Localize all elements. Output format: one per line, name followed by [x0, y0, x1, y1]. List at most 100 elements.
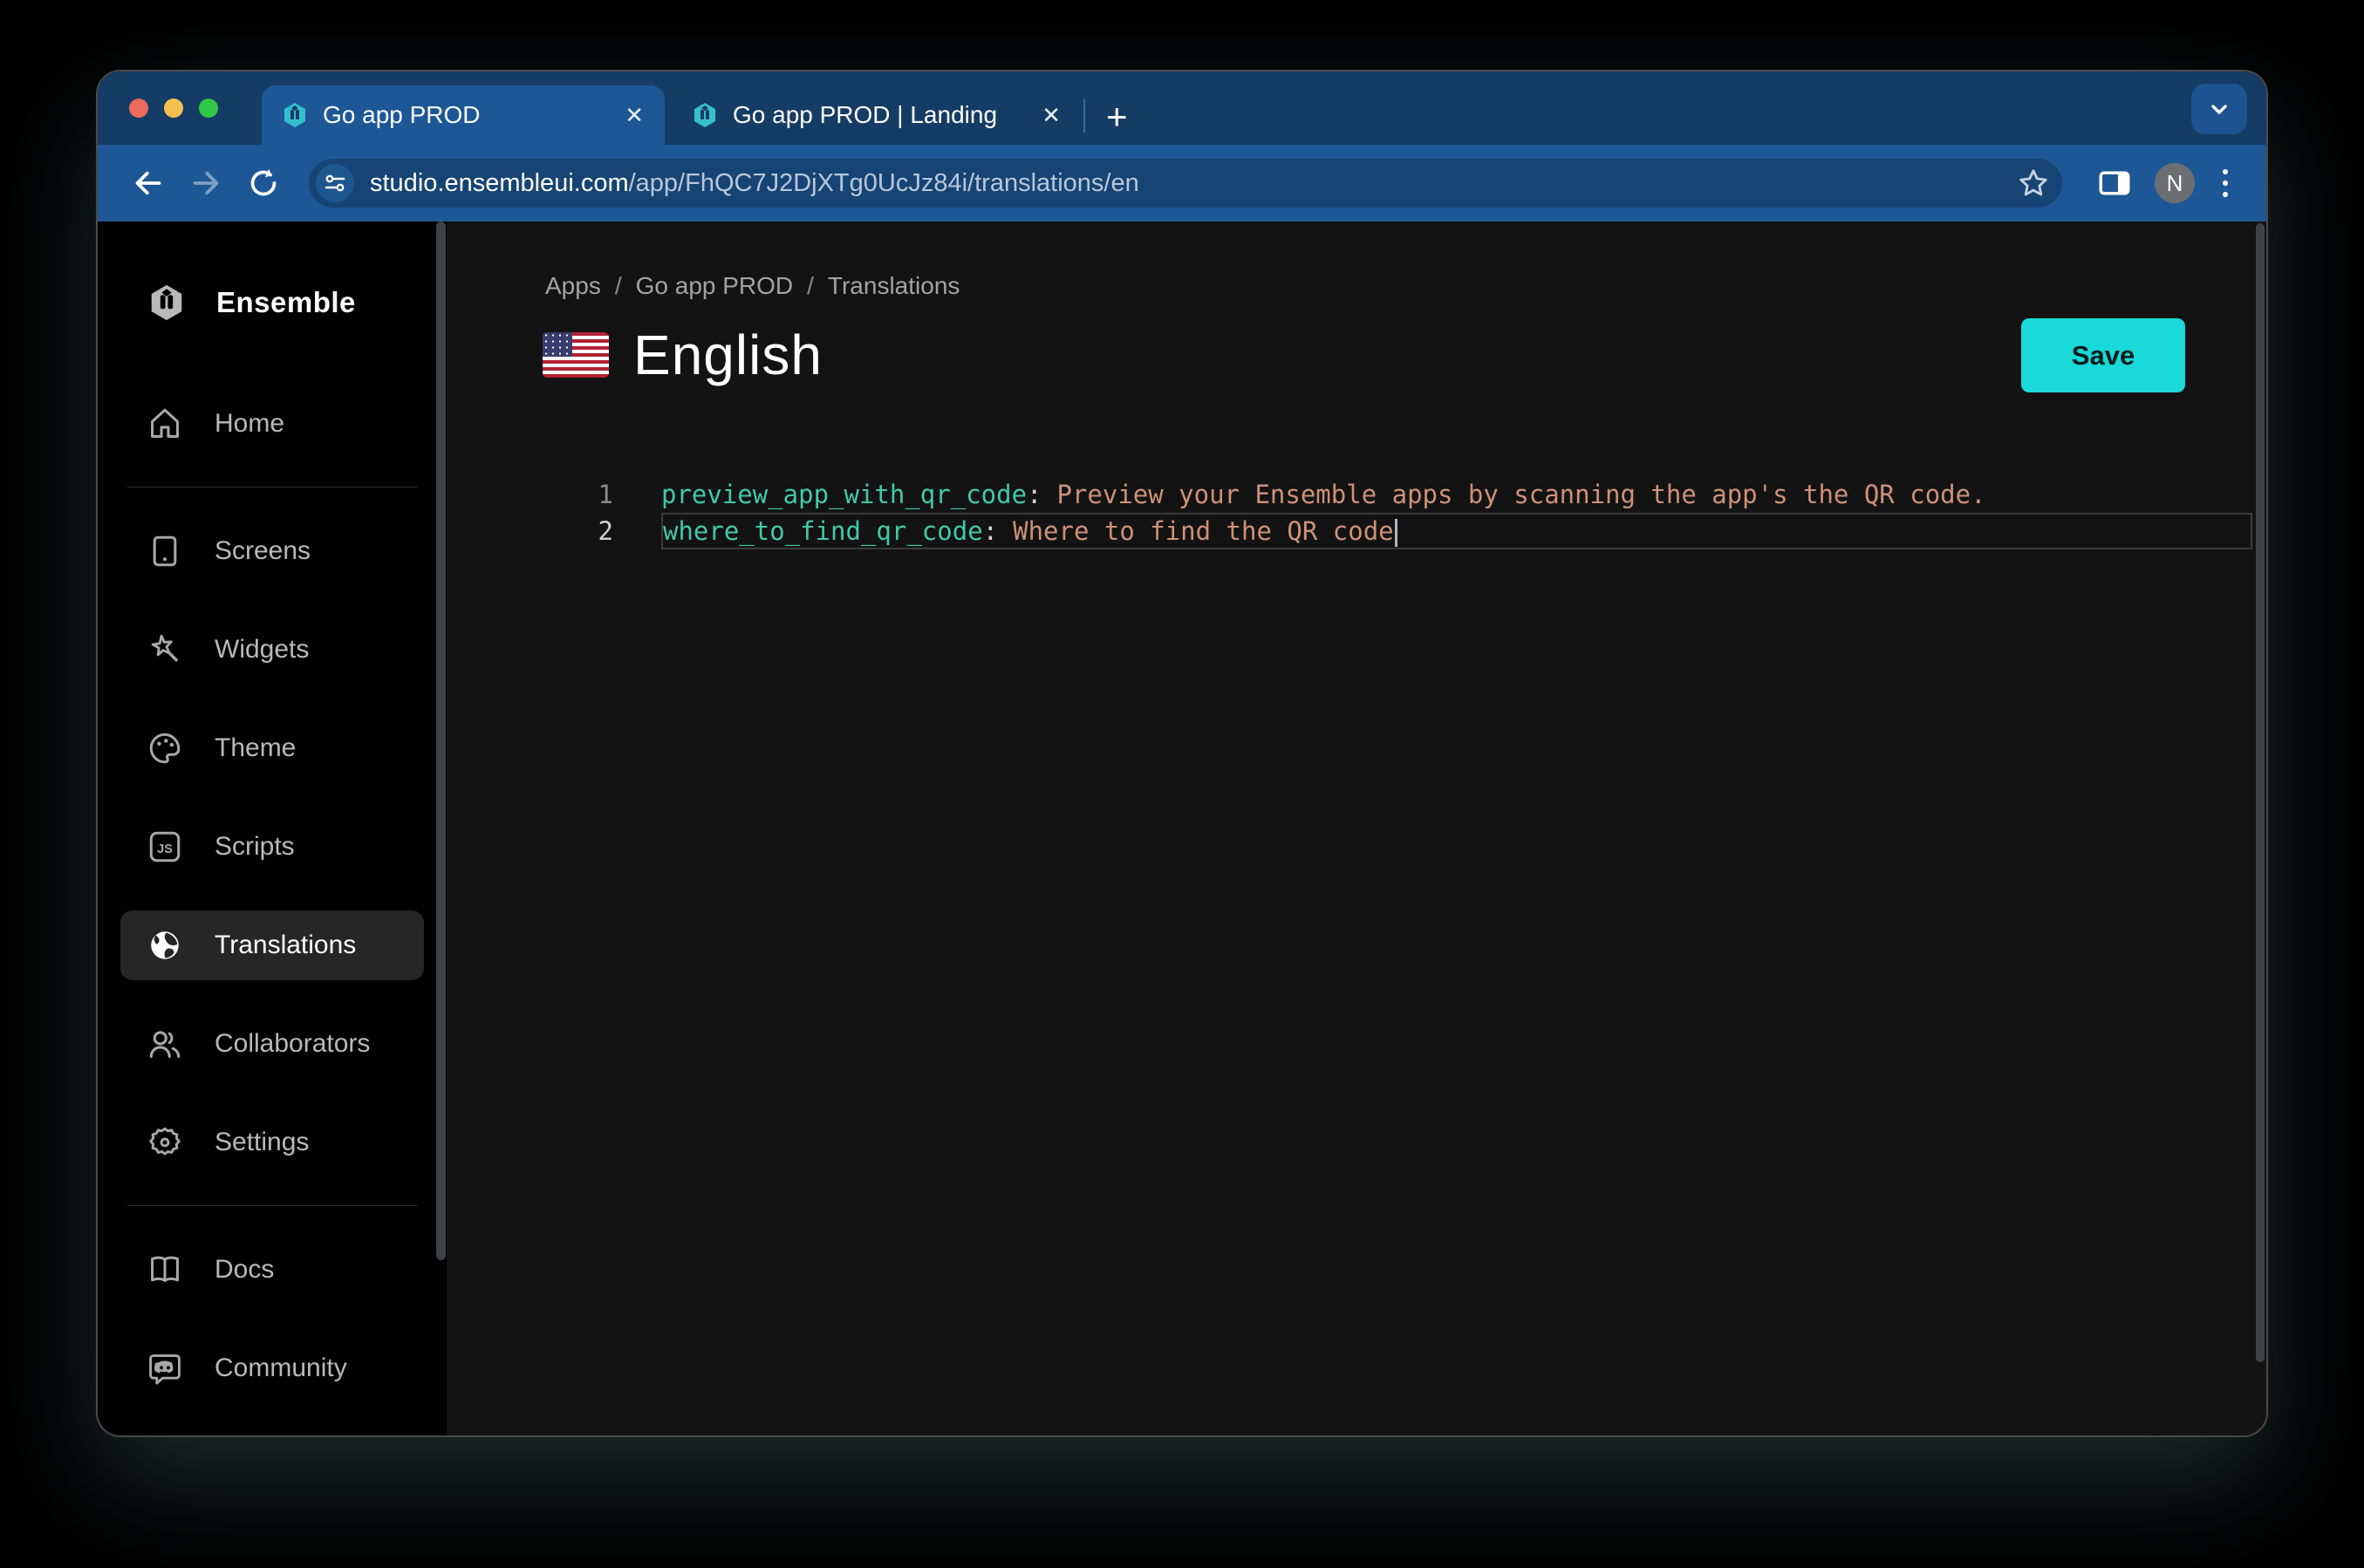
url-domain: studio.ensembleui.com	[370, 168, 629, 197]
sidebar-item-label: Settings	[215, 1128, 310, 1156]
sidebar-item-label: Widgets	[215, 635, 310, 664]
sidebar-item-docs[interactable]: Docs	[120, 1235, 424, 1305]
line-number: 1	[598, 480, 613, 509]
tab-go-app-prod-landing[interactable]: Go app PROD | Landing ✕	[672, 85, 1082, 145]
yaml-colon: :	[982, 516, 999, 546]
scripts-icon: JS	[149, 831, 181, 862]
back-arrow-icon	[135, 171, 161, 195]
translations-editor[interactable]: 1 preview_app_with_qr_code: Preview your …	[447, 476, 2266, 549]
sidebar-item-translations[interactable]: Translations	[120, 910, 424, 980]
line-number: 2	[598, 516, 613, 546]
sidebar-divider	[127, 1205, 417, 1206]
reload-button[interactable]	[239, 159, 288, 208]
sidebar-item-screens[interactable]: Screens	[120, 516, 424, 586]
tab-separator	[1083, 99, 1085, 133]
close-window-button[interactable]	[129, 99, 148, 118]
theme-icon	[149, 733, 181, 764]
bookmark-star-icon[interactable]	[2017, 167, 2050, 200]
zoom-window-button[interactable]	[199, 99, 218, 118]
collaborators-icon	[149, 1031, 181, 1058]
side-panel-icon	[2099, 171, 2130, 195]
sidebar: Ensemble Home Screens Widgets Theme JS S…	[98, 222, 447, 1435]
sidebar-item-label: Theme	[215, 733, 297, 762]
home-icon	[151, 408, 179, 438]
screens-icon	[153, 535, 177, 567]
sidebar-item-label: Screens	[215, 536, 311, 565]
tab-search-button[interactable]	[2191, 84, 2247, 134]
sidebar-item-widgets[interactable]: Widgets	[120, 615, 424, 685]
brand-name: Ensemble	[216, 286, 356, 318]
breadcrumb-app[interactable]: Go app PROD	[636, 272, 794, 300]
tune-icon	[325, 174, 345, 192]
close-tab-icon[interactable]: ✕	[1038, 100, 1064, 130]
line-content[interactable]: where_to_find_qr_code: Where to find the …	[661, 513, 2252, 549]
text-cursor	[1394, 519, 1397, 547]
breadcrumb-separator: /	[807, 272, 814, 299]
tab-go-app-prod[interactable]: Go app PROD ✕	[262, 85, 665, 145]
yaml-colon: :	[1027, 480, 1042, 509]
ensemble-favicon-icon	[284, 103, 305, 127]
sidebar-item-label: Translations	[215, 931, 357, 959]
browser-toolbar: studio.ensembleui.com/app/FhQC7J2DjXTg0U…	[98, 145, 2266, 222]
browser-window: Go app PROD ✕ Go app PROD | Landing ✕ +	[98, 72, 2266, 1435]
svg-text:JS: JS	[157, 842, 173, 856]
sidebar-item-home[interactable]: Home	[120, 389, 424, 459]
yaml-key: where_to_find_qr_code	[663, 516, 983, 546]
reload-icon	[250, 168, 277, 196]
new-tab-button[interactable]: +	[1097, 96, 1137, 138]
widgets-icon	[151, 634, 178, 662]
page-title: English	[633, 324, 823, 386]
ensemble-logo-icon	[151, 284, 182, 321]
breadcrumb: Apps / Go app PROD / Translations	[545, 272, 960, 300]
brand: Ensemble	[147, 276, 447, 330]
profile-avatar[interactable]: N	[2155, 163, 2195, 203]
yaml-key: preview_app_with_qr_code	[661, 480, 1028, 509]
sidebar-item-label: Community	[215, 1353, 347, 1382]
close-tab-icon[interactable]: ✕	[621, 100, 647, 130]
main-content: Apps / Go app PROD / Translations Englis…	[447, 222, 2266, 1435]
editor-line-1[interactable]: 1 preview_app_with_qr_code: Preview your …	[447, 476, 2266, 513]
breadcrumb-apps[interactable]: Apps	[545, 272, 601, 300]
main-scrollbar[interactable]	[2256, 223, 2265, 1362]
sidebar-item-scripts[interactable]: JS Scripts	[120, 812, 424, 882]
forward-arrow-icon	[193, 171, 219, 195]
site-settings-button[interactable]	[316, 164, 354, 202]
sidebar-item-settings[interactable]: Settings	[120, 1108, 424, 1177]
app-body: Ensemble Home Screens Widgets Theme JS S…	[98, 222, 2266, 1435]
yaml-value: Where to find the QR code	[1013, 516, 1394, 546]
sidebar-item-community[interactable]: Community	[120, 1333, 424, 1403]
sidebar-item-label: Scripts	[215, 832, 295, 861]
tab-title: Go app PROD | Landing	[733, 101, 998, 128]
sidebar-item-label: Docs	[215, 1255, 275, 1284]
globe-icon	[151, 931, 179, 959]
gear-icon	[149, 1127, 181, 1156]
back-button[interactable]	[124, 159, 173, 208]
breadcrumb-translations[interactable]: Translations	[828, 272, 960, 300]
chevron-down-icon	[2211, 105, 2227, 114]
forward-button[interactable]	[181, 159, 230, 208]
yaml-value: Preview your Ensemble apps by scanning t…	[1056, 480, 1986, 509]
url-text: studio.ensembleui.com/app/FhQC7J2DjXTg0U…	[370, 169, 2017, 198]
page-title-row: English	[543, 323, 823, 387]
line-content[interactable]: preview_app_with_qr_code: Preview your En…	[661, 476, 2266, 513]
editor-line-2-active[interactable]: 2 where_to_find_qr_code: Where to find th…	[447, 513, 2266, 549]
tab-title: Go app PROD	[323, 101, 481, 128]
sidebar-item-collaborators[interactable]: Collaborators	[120, 1009, 424, 1079]
discord-icon	[149, 1354, 181, 1385]
save-button[interactable]: Save	[2021, 318, 2185, 392]
sidebar-item-label: Home	[215, 409, 285, 438]
minimize-window-button[interactable]	[164, 99, 183, 118]
book-icon	[151, 1256, 179, 1282]
us-flag-icon	[543, 332, 609, 378]
address-bar[interactable]: studio.ensembleui.com/app/FhQC7J2DjXTg0U…	[309, 159, 2062, 208]
browser-menu-button[interactable]	[2210, 160, 2240, 206]
breadcrumb-separator: /	[614, 272, 622, 299]
sidebar-item-theme[interactable]: Theme	[120, 713, 424, 783]
sidebar-scrollbar[interactable]	[436, 222, 446, 1260]
ensemble-favicon-icon	[694, 103, 715, 127]
url-path: /app/FhQC7J2DjXTg0UcJz84i/translations/e…	[628, 168, 1139, 197]
sidebar-item-label: Collaborators	[215, 1029, 371, 1058]
tab-strip: Go app PROD ✕ Go app PROD | Landing ✕ +	[98, 72, 2266, 145]
traffic-lights	[129, 72, 218, 145]
side-panel-button[interactable]	[2090, 159, 2139, 208]
